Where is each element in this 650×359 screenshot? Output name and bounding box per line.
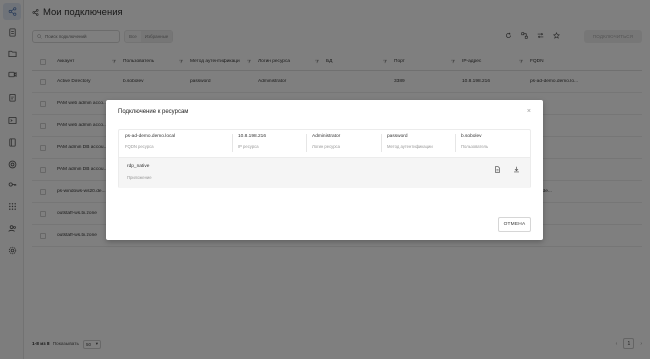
resource-auth-value: password — [387, 134, 408, 139]
application-label: Приложение — [127, 175, 152, 180]
resource-details: ps-ad-demo.demo.local FQDN ресурса 10.8.… — [119, 130, 530, 158]
resource-login-label: Логин ресурса — [312, 144, 340, 149]
resource-fqdn: ps-ad-demo.demo.local FQDN ресурса — [125, 134, 175, 149]
resource-user-label: Пользователь — [461, 144, 489, 149]
close-icon[interactable]: × — [527, 108, 531, 115]
resource-login-value: Administrator — [312, 134, 341, 139]
resource-card: ps-ad-demo.demo.local FQDN ресурса 10.8.… — [118, 129, 531, 188]
file-icon[interactable] — [494, 166, 501, 173]
connect-resource-dialog: Подключение к ресурсам × ps-ad-demo.demo… — [106, 100, 543, 240]
resource-fqdn-label: FQDN ресурса — [125, 144, 154, 149]
resource-ip-value: 10.8.198.216 — [238, 134, 267, 139]
divider — [306, 134, 307, 152]
resource-user: b.sobolev Пользователь — [461, 134, 488, 149]
resource-user-value: b.sobolev — [461, 134, 482, 139]
application-row[interactable]: rdp_native Приложение — [119, 158, 530, 188]
resource-auth-label: Метод аутентификации — [387, 144, 433, 149]
resource-fqdn-value: ps-ad-demo.demo.local — [125, 134, 176, 139]
cancel-button[interactable]: ОТМЕНА — [498, 217, 531, 232]
divider — [381, 134, 382, 152]
divider — [232, 134, 233, 152]
download-icon[interactable] — [513, 166, 520, 173]
divider — [455, 134, 456, 152]
resource-ip: 10.8.198.216 IP ресурса — [238, 134, 266, 149]
resource-ip-label: IP ресурса — [238, 144, 259, 149]
application-name: rdp_native — [127, 164, 150, 169]
dialog-title: Подключение к ресурсам — [118, 109, 189, 115]
resource-login: Administrator Логин ресурса — [312, 134, 340, 149]
application-actions — [494, 166, 520, 173]
resource-auth: password Метод аутентификации — [387, 134, 433, 149]
